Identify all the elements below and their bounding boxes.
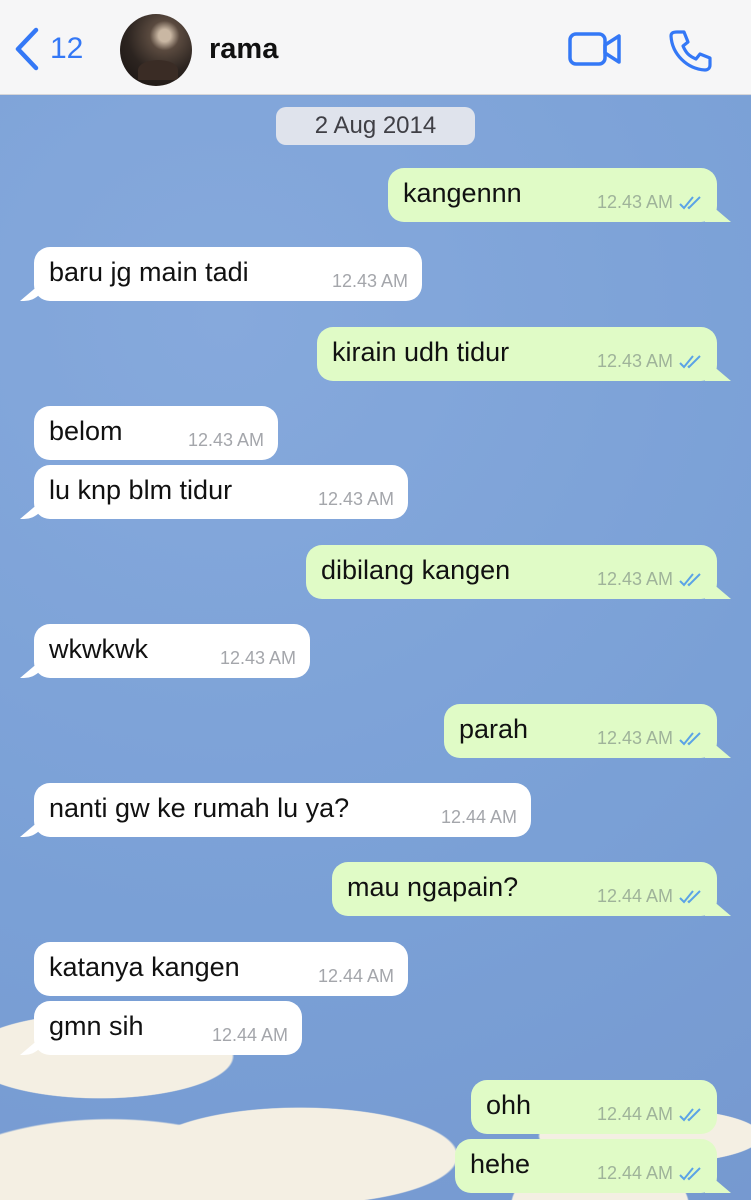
message-time: 12.43 AM [596,351,673,371]
message-time: 12.43 AM [187,430,264,450]
message-text: nanti gw ke rumah lu ya? [49,793,350,823]
message-text: hehe [470,1149,531,1179]
message-time: 12.44 AM [440,807,517,827]
message-incoming[interactable]: gmn sih 12.44 AM [34,1001,302,1055]
chevron-left-icon [14,27,40,71]
message-text: katanya kangen [49,952,240,982]
message-incoming[interactable]: wkwkwk 12.43 AM [34,624,310,678]
unread-count: 12 [50,32,84,65]
message-text: dibilang kangen [321,555,511,585]
message-text: wkwkwk [49,634,148,664]
message-time: 12.44 AM [596,1163,673,1183]
message-text: baru jg main tadi [49,257,249,287]
message-time: 12.44 AM [596,886,673,906]
video-camera-icon [568,32,622,72]
message-outgoing[interactable]: parah 12.43 AM [444,704,717,758]
contact-name[interactable]: rama [209,33,278,66]
message-time: 12.43 AM [596,569,673,589]
message-text: gmn sih [49,1011,144,1041]
message-text: kangennn [403,178,522,208]
message-outgoing[interactable]: kirain udh tidur 12.43 AM [317,327,717,381]
message-incoming[interactable]: belom 12.43 AM [34,406,278,460]
message-time: 12.43 AM [596,192,673,212]
message-incoming[interactable]: katanya kangen 12.44 AM [34,942,408,996]
message-outgoing[interactable]: hehe 12.44 AM [455,1139,717,1193]
voice-call-button[interactable] [668,28,712,72]
chat-header: 12 rama [0,0,751,95]
message-incoming[interactable]: nanti gw ke rumah lu ya? 12.44 AM [34,783,531,837]
message-time: 12.44 AM [317,966,394,986]
message-outgoing[interactable]: kangennn 12.43 AM [388,168,717,222]
date-separator: 2 Aug 2014 [276,107,475,145]
message-text: belom [49,416,123,446]
message-time: 12.43 AM [317,489,394,509]
message-text: lu knp blm tidur [49,475,233,505]
double-check-icon [679,195,703,211]
message-time: 12.43 AM [219,648,296,668]
back-button[interactable]: 12 [14,27,83,71]
message-outgoing[interactable]: dibilang kangen 12.43 AM [306,545,717,599]
message-time: 12.44 AM [211,1025,288,1045]
message-text: kirain udh tidur [332,337,510,367]
message-outgoing[interactable]: ohh 12.44 AM [471,1080,717,1134]
double-check-icon [679,1107,703,1123]
message-incoming[interactable]: lu knp blm tidur 12.43 AM [34,465,408,519]
message-text: ohh [486,1090,532,1120]
message-time: 12.44 AM [596,1104,673,1124]
double-check-icon [679,354,703,370]
double-check-icon [679,1166,703,1182]
message-text: parah [459,714,529,744]
message-incoming[interactable]: baru jg main tadi 12.43 AM [34,247,422,301]
message-text: mau ngapain? [347,872,519,902]
double-check-icon [679,889,703,905]
avatar[interactable] [120,14,192,86]
message-time: 12.43 AM [596,728,673,748]
message-time: 12.43 AM [331,271,408,291]
message-outgoing[interactable]: mau ngapain? 12.44 AM [332,862,717,916]
double-check-icon [679,572,703,588]
double-check-icon [679,731,703,747]
video-call-button[interactable] [568,30,622,68]
phone-icon [668,30,712,76]
message-list[interactable]: 2 Aug 2014 kangennn 12.43 AM baru jg mai… [0,96,751,1200]
